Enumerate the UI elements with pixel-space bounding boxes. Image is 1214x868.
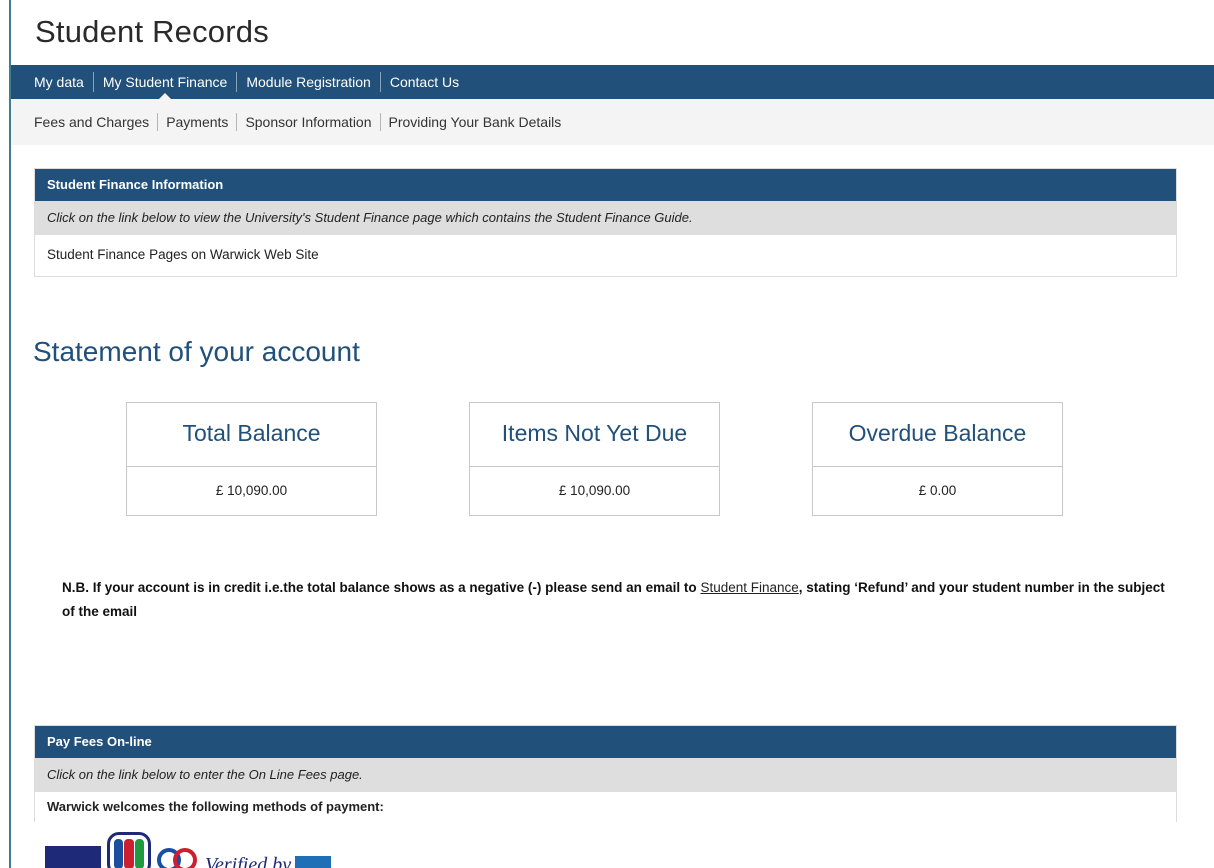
verified-by-text: Verified by <box>205 854 292 868</box>
student-finance-link[interactable]: Student Finance Pages on Warwick Web Sit… <box>35 235 1176 276</box>
student-finance-email-link[interactable]: Student Finance <box>700 580 798 595</box>
card-value: £ 10,090.00 <box>558 483 631 498</box>
items-not-yet-due-card: Items Not Yet Due £ 10,090.00 <box>469 402 720 516</box>
subnav-fees-and-charges[interactable]: Fees and Charges <box>34 114 157 130</box>
panel-note: Click on the link below to view the Univ… <box>35 201 1176 235</box>
page: Student Records My data My Student Finan… <box>11 0 1214 868</box>
visa-card-icon <box>45 846 101 868</box>
subnav-payments[interactable]: Payments <box>158 114 236 130</box>
panel-header: Pay Fees On-line <box>35 726 1176 758</box>
jcb-card-icon <box>107 832 151 868</box>
refund-notice: N.B. If your account is in credit i.e.th… <box>62 576 1172 624</box>
site-title: Student Records <box>35 14 269 49</box>
statement-title: Statement of your account <box>33 336 360 367</box>
card-value: £ 10,090.00 <box>215 483 288 498</box>
verified-by-visa-icon: Verified by <box>205 854 332 868</box>
card-title: Items Not Yet Due <box>470 403 719 467</box>
payment-logos: Verified by <box>45 826 332 868</box>
refund-notice-text: N.B. If your account is in credit i.e.th… <box>62 580 701 595</box>
nav-my-student-finance[interactable]: My Student Finance <box>94 65 237 99</box>
subnav-bank-details[interactable]: Providing Your Bank Details <box>381 114 570 130</box>
nav-module-registration[interactable]: Module Registration <box>237 65 380 99</box>
nav-contact-us[interactable]: Contact Us <box>381 65 468 99</box>
payment-methods-text: Warwick welcomes the following methods o… <box>35 792 1176 822</box>
subnav-sponsor-information[interactable]: Sponsor Information <box>237 114 379 130</box>
panel-header: Student Finance Information <box>35 169 1176 201</box>
card-value: £ 0.00 <box>918 483 957 498</box>
overdue-balance-card: Overdue Balance £ 0.00 <box>812 402 1063 516</box>
pay-fees-panel: Pay Fees On-line Click on the link below… <box>34 725 1177 822</box>
panel-note: Click on the link below to enter the On … <box>35 758 1176 792</box>
student-finance-panel: Student Finance Information Click on the… <box>34 168 1177 277</box>
card-title: Total Balance <box>127 403 376 467</box>
secondary-nav: Fees and Charges Payments Sponsor Inform… <box>11 99 1214 145</box>
total-balance-card: Total Balance £ 10,090.00 <box>126 402 377 516</box>
primary-nav: My data My Student Finance Module Regist… <box>11 65 1214 99</box>
card-title: Overdue Balance <box>813 403 1062 467</box>
nav-my-data[interactable]: My data <box>34 65 93 99</box>
mastercard-icon <box>157 846 199 868</box>
